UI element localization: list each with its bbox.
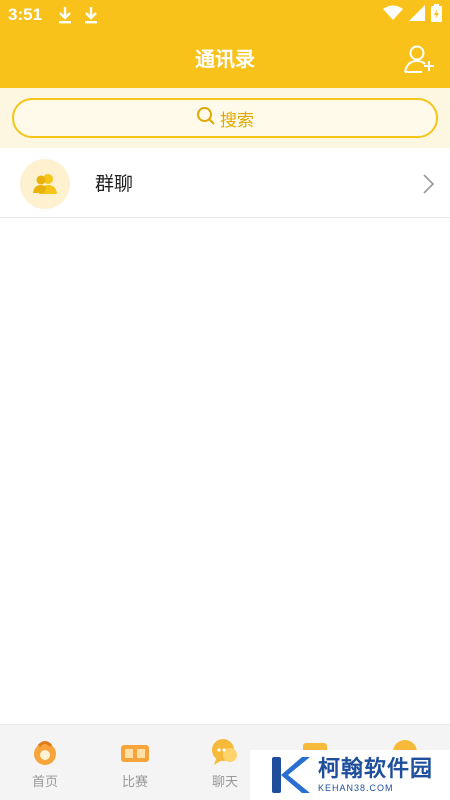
watermark: 柯翰软件园 KEHAN38.COM [250,750,450,800]
tab-label: 比赛 [121,775,148,790]
list-item-label: 群聊 [95,173,134,195]
signal-icon [409,5,425,25]
title-bar: 通讯录 [0,30,450,88]
download-icon [52,4,78,26]
status-bar: 3:51 [0,0,450,30]
wifi-icon [383,5,403,25]
chevron-right-icon [422,174,436,194]
tab-match[interactable]: 比赛 [90,725,180,800]
download-icon [78,4,104,26]
watermark-url: KEHAN38.COM [318,783,394,793]
tab-label: 聊天 [211,775,238,790]
search-icon [196,106,216,130]
add-contact-icon[interactable] [404,44,436,74]
chat-bubble-icon [210,737,240,767]
tab-label: 首页 [31,775,58,790]
list-item-group-chat[interactable]: 群聊 [0,150,450,218]
search-area: 搜索 [0,88,450,148]
tab-home[interactable]: 首页 [0,725,90,800]
k-logo-icon [268,753,312,797]
watermark-name: 柯翰软件园 [318,757,434,782]
home-icon [30,737,60,767]
battery-icon [431,4,442,26]
search-input[interactable]: 搜索 [12,98,438,138]
group-chat-icon [20,159,70,209]
page-title: 通讯录 [195,47,255,71]
status-time: 3:51 [8,5,43,24]
search-label: 搜索 [220,110,254,131]
scoreboard-icon [120,737,150,767]
